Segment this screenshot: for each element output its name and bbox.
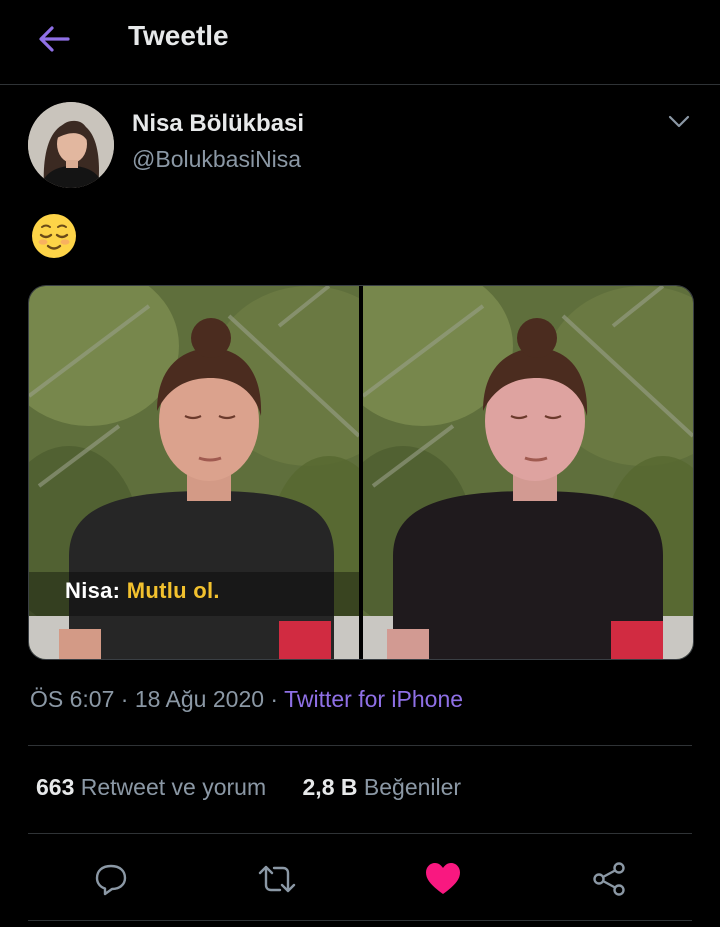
tweet-media[interactable]: Nisa: Mutlu ol. [28,285,694,660]
back-arrow-icon [39,26,70,52]
media-image-right[interactable] [363,286,693,659]
media-image-left[interactable]: Nisa: Mutlu ol. [29,286,359,659]
share-button[interactable] [586,856,632,902]
tweet-time[interactable]: ÖS 6:07 [30,686,114,712]
tweet-stats: 663 Retweet ve yorum 2,8 B Beğeniler [36,774,491,801]
avatar[interactable] [28,102,114,188]
tweet-source-link[interactable]: Twitter for iPhone [284,686,463,712]
meta-separator: · [120,686,129,712]
heart-icon [426,863,460,894]
retweets-label: Retweet ve yorum [80,774,267,800]
caption-text: Mutlu ol. [126,578,220,603]
tweet-date[interactable]: 18 Ağu 2020 [135,686,264,712]
divider [28,920,692,921]
retweets-count: 663 [36,774,75,800]
tweet-text-emoji [30,212,78,260]
reply-button[interactable] [88,856,134,902]
author-handle[interactable]: @BolukbasiNisa [132,146,301,173]
page-title: Tweetle [128,20,229,51]
likes-count: 2,8 B [302,774,358,800]
retweet-button[interactable] [254,856,300,902]
meta-separator: · [270,686,279,712]
likes-label: Beğeniler [363,774,462,800]
tweet-actions [0,856,720,902]
author-name[interactable]: Nisa Bölükbasi [132,110,304,138]
divider [28,833,692,834]
caption-speaker: Nisa: [65,578,121,603]
likes-stat[interactable]: 2,8 B Beğeniler [303,774,462,800]
back-button[interactable] [34,22,74,56]
top-bar: Tweetle [0,0,720,85]
chevron-down-icon [668,115,690,128]
retweet-icon [258,865,296,893]
reply-icon [95,864,127,896]
tweet-timestamp: ÖS 6:07 · 18 Ağu 2020 · Twitter for iPho… [30,686,463,713]
share-icon [593,862,625,896]
like-button[interactable] [420,856,466,902]
retweets-stat[interactable]: 663 Retweet ve yorum [36,774,266,800]
media-caption: Nisa: Mutlu ol. [65,578,220,604]
more-options-button[interactable] [666,110,692,132]
divider [28,745,692,746]
